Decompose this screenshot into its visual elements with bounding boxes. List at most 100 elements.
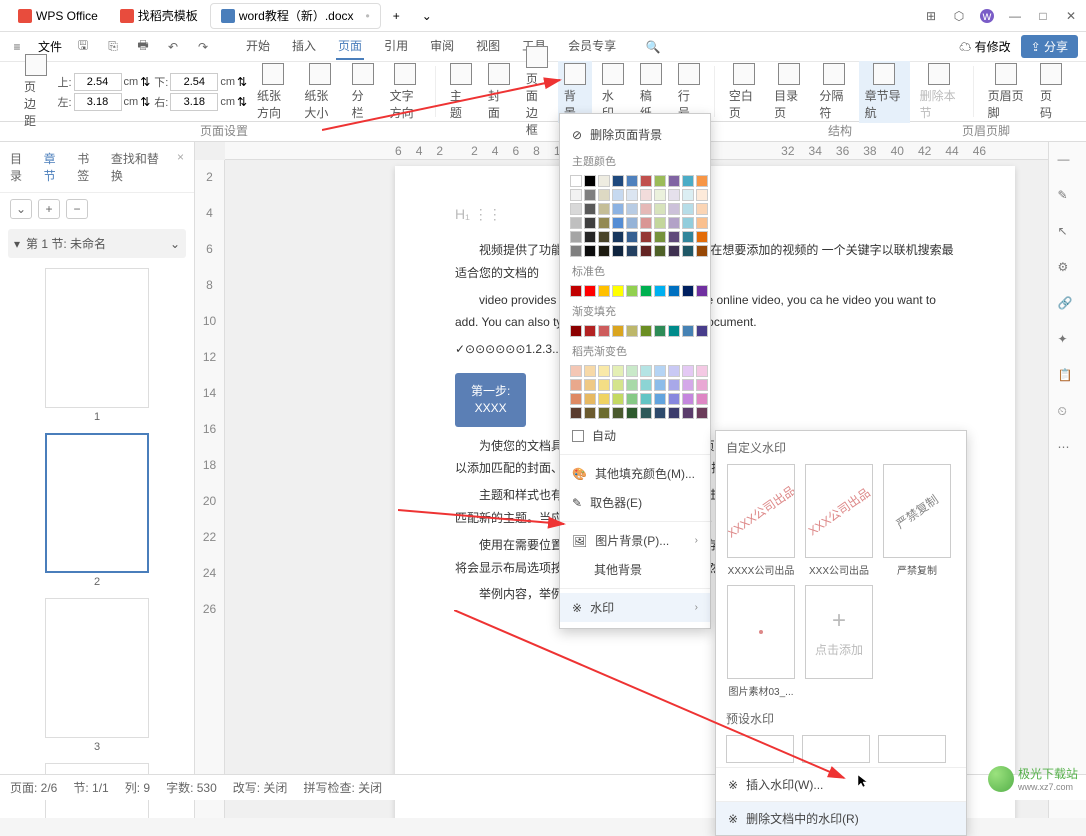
- delete-background-item[interactable]: ⊘删除页面背景: [560, 120, 710, 149]
- color-swatch[interactable]: [696, 285, 708, 297]
- color-swatch[interactable]: [668, 231, 680, 243]
- color-swatch[interactable]: [654, 379, 666, 391]
- color-swatch[interactable]: [598, 245, 610, 257]
- paper-orientation-button[interactable]: 纸张方向: [251, 61, 294, 123]
- sidebar-add-button[interactable]: +: [38, 199, 60, 219]
- template-tab[interactable]: 找稻壳模板: [110, 3, 208, 29]
- document-tab[interactable]: word教程（新）.docx •: [210, 3, 381, 29]
- color-swatch[interactable]: [626, 217, 638, 229]
- color-swatch[interactable]: [570, 203, 582, 215]
- color-swatch[interactable]: [626, 245, 638, 257]
- clipboard-tool-icon[interactable]: 📋: [1058, 368, 1078, 388]
- section-menu-icon[interactable]: ⌄: [170, 237, 180, 251]
- color-swatch[interactable]: [570, 245, 582, 257]
- settings-tool-icon[interactable]: ⚙: [1058, 260, 1078, 280]
- color-swatch[interactable]: [696, 393, 708, 405]
- insert-watermark-action[interactable]: ※插入水印(W)...: [716, 767, 966, 801]
- color-swatch[interactable]: [598, 365, 610, 377]
- color-swatch[interactable]: [612, 175, 624, 187]
- color-swatch[interactable]: [696, 245, 708, 257]
- section-header[interactable]: ▾ 第 1 节: 未命名 ⌄: [8, 229, 186, 258]
- page-border-button[interactable]: 页面边框: [520, 44, 554, 140]
- color-swatch[interactable]: [612, 325, 624, 337]
- color-swatch[interactable]: [668, 175, 680, 187]
- color-swatch[interactable]: [598, 393, 610, 405]
- color-swatch[interactable]: [584, 407, 596, 419]
- color-swatch[interactable]: [626, 231, 638, 243]
- color-swatch[interactable]: [612, 379, 624, 391]
- color-swatch[interactable]: [626, 189, 638, 201]
- color-swatch[interactable]: [570, 407, 582, 419]
- sidebar-tab-sections[interactable]: 章节: [44, 150, 66, 184]
- color-swatch[interactable]: [668, 407, 680, 419]
- color-swatch[interactable]: [626, 407, 638, 419]
- sidebar-dropdown-button[interactable]: ⌄: [10, 199, 32, 219]
- color-swatch[interactable]: [640, 365, 652, 377]
- color-swatch[interactable]: [668, 245, 680, 257]
- color-swatch[interactable]: [640, 245, 652, 257]
- color-swatch[interactable]: [612, 245, 624, 257]
- watermark-add-item[interactable]: +点击添加: [804, 585, 874, 698]
- color-swatch[interactable]: [682, 203, 694, 215]
- color-swatch[interactable]: [640, 189, 652, 201]
- section-nav-button[interactable]: 章节导航: [859, 61, 910, 123]
- color-swatch[interactable]: [668, 379, 680, 391]
- watermark-item-1[interactable]: XXXX公司出品XXXX公司出品: [726, 464, 796, 577]
- modify-indicator[interactable]: ☁ 有修改: [959, 38, 1010, 55]
- color-swatch[interactable]: [584, 175, 596, 187]
- color-swatch[interactable]: [570, 365, 582, 377]
- page-thumbnail-1[interactable]: [45, 268, 149, 408]
- color-swatch[interactable]: [598, 189, 610, 201]
- other-background-item[interactable]: 其他背景: [560, 555, 710, 584]
- cursor-tool-icon[interactable]: ↖: [1058, 224, 1078, 244]
- color-swatch[interactable]: [584, 393, 596, 405]
- color-swatch[interactable]: [682, 217, 694, 229]
- time-tool-icon[interactable]: ⏲: [1058, 404, 1078, 424]
- margin-right-input[interactable]: [170, 93, 218, 111]
- color-swatch[interactable]: [626, 285, 638, 297]
- color-swatch[interactable]: [654, 189, 666, 201]
- watermark-item-3[interactable]: 严禁复制严禁复制: [882, 464, 952, 577]
- color-swatch[interactable]: [682, 365, 694, 377]
- sidebar-tab-bookmarks[interactable]: 书签: [77, 150, 99, 184]
- color-swatch[interactable]: [654, 393, 666, 405]
- color-swatch[interactable]: [654, 245, 666, 257]
- color-swatch[interactable]: [626, 325, 638, 337]
- status-overwrite[interactable]: 改写: 关闭: [233, 779, 288, 796]
- more-tools-icon[interactable]: ⋯: [1058, 440, 1078, 460]
- status-page[interactable]: 页面: 2/6: [10, 779, 57, 796]
- status-column[interactable]: 列: 9: [125, 779, 150, 796]
- color-swatch[interactable]: [682, 285, 694, 297]
- page-thumbnail-2[interactable]: [45, 433, 149, 573]
- watermark-item-4[interactable]: 图片素材03_...: [726, 585, 796, 698]
- margin-bottom-input[interactable]: [170, 73, 218, 91]
- color-swatch[interactable]: [598, 217, 610, 229]
- color-swatch[interactable]: [584, 379, 596, 391]
- color-swatch[interactable]: [682, 231, 694, 243]
- share-button[interactable]: ⇪ 分享: [1021, 35, 1078, 58]
- close-icon[interactable]: ✕: [1064, 9, 1078, 23]
- eyedropper-item[interactable]: ✎取色器(E): [560, 488, 710, 517]
- page-thumbnail-3[interactable]: [45, 598, 149, 738]
- auto-color-item[interactable]: 自动: [560, 421, 710, 450]
- paper-size-button[interactable]: 纸张大小: [298, 61, 341, 123]
- color-swatch[interactable]: [654, 203, 666, 215]
- color-swatch[interactable]: [584, 285, 596, 297]
- color-swatch[interactable]: [654, 285, 666, 297]
- color-swatch[interactable]: [570, 393, 582, 405]
- color-swatch[interactable]: [640, 231, 652, 243]
- stepper-icon[interactable]: ⇅: [237, 95, 247, 109]
- color-swatch[interactable]: [696, 365, 708, 377]
- sidebar-tab-toc[interactable]: 目录: [10, 150, 32, 184]
- color-swatch[interactable]: [696, 175, 708, 187]
- color-swatch[interactable]: [668, 203, 680, 215]
- color-swatch[interactable]: [696, 325, 708, 337]
- color-swatch[interactable]: [584, 203, 596, 215]
- color-swatch[interactable]: [640, 175, 652, 187]
- stepper-icon[interactable]: ⇅: [237, 75, 247, 89]
- color-swatch[interactable]: [570, 217, 582, 229]
- status-chars[interactable]: 字数: 530: [166, 779, 217, 796]
- color-swatch[interactable]: [598, 325, 610, 337]
- color-swatch[interactable]: [696, 189, 708, 201]
- color-swatch[interactable]: [668, 217, 680, 229]
